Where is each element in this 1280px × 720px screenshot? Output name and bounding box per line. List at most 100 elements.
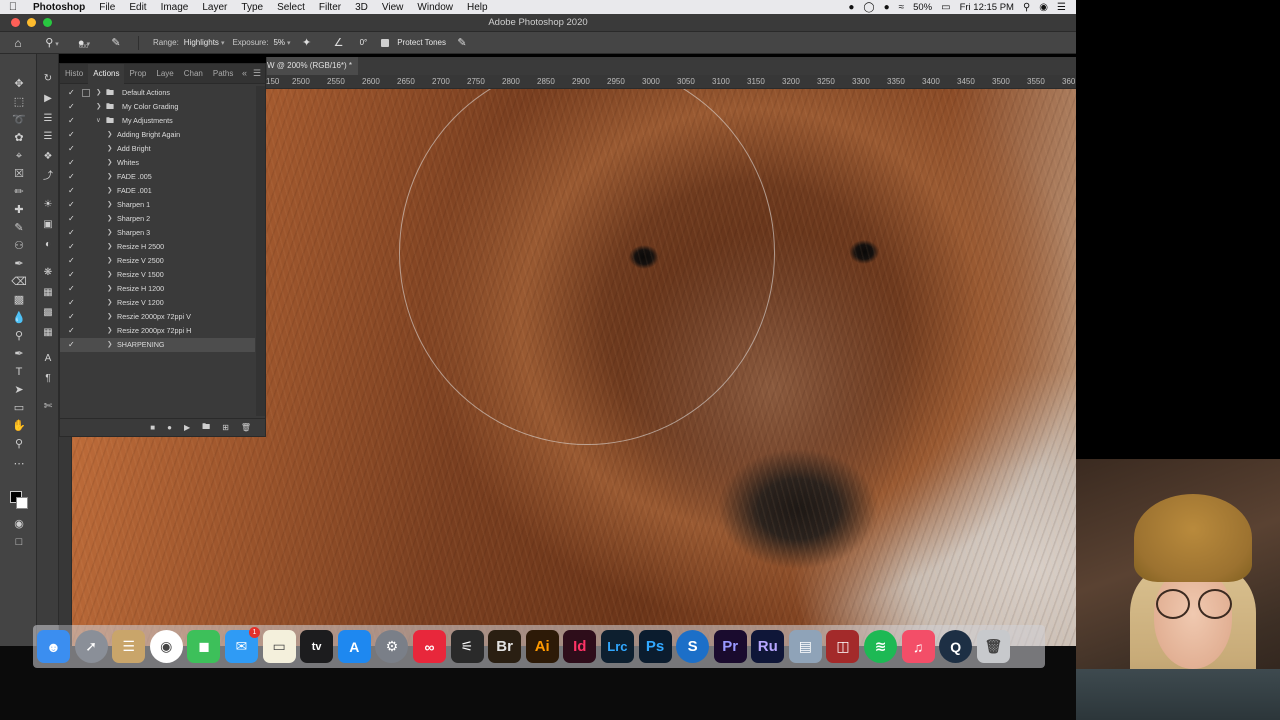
record-icon[interactable]: ●: [848, 2, 854, 13]
menu-app-name[interactable]: Photoshop: [26, 2, 92, 13]
paths-panel-icon[interactable]: ⤴: [40, 170, 56, 184]
home-icon[interactable]: ⌂: [0, 36, 36, 50]
swatches-panel-icon[interactable]: ▦: [40, 286, 56, 300]
action-row[interactable]: ✓ ❯ Sharpen 3: [60, 226, 255, 240]
dock-notes-icon[interactable]: ☰: [112, 630, 146, 663]
check-icon[interactable]: ✓: [68, 254, 75, 268]
check-icon[interactable]: ✓: [68, 156, 75, 170]
clone-stamp-tool-icon[interactable]: ⚇: [9, 238, 29, 254]
rectangle-tool-icon[interactable]: ▭: [9, 400, 29, 416]
brushes-panel-icon[interactable]: ❋: [40, 266, 56, 280]
chevron-right-icon[interactable]: ❯: [107, 338, 112, 352]
chevron-right-icon[interactable]: ❯: [107, 282, 112, 296]
pen-tool-icon[interactable]: ✒: [9, 346, 29, 362]
check-icon[interactable]: ✓: [68, 310, 75, 324]
wifi-icon[interactable]: ≈: [899, 2, 905, 13]
chevron-down-icon[interactable]: ▾: [221, 39, 225, 47]
document-tab[interactable]: W @ 200% (RGB/16*) *: [267, 57, 359, 75]
tab-history[interactable]: Histo: [60, 69, 88, 78]
clock[interactable]: Fri 12:15 PM: [960, 2, 1014, 13]
check-icon[interactable]: ✓: [68, 114, 75, 128]
panel-menu-icon[interactable]: ☰: [253, 68, 261, 79]
stop-recording-icon[interactable]: ■: [150, 423, 155, 432]
paragraph-panel-icon[interactable]: ¶: [40, 372, 56, 386]
chevron-right-icon[interactable]: ❯: [107, 310, 112, 324]
check-icon[interactable]: ✓: [68, 170, 75, 184]
check-icon[interactable]: ✓: [68, 338, 75, 352]
check-icon[interactable]: ✓: [68, 100, 75, 114]
menu-layer[interactable]: Layer: [195, 2, 234, 13]
chevron-right-icon[interactable]: ❯: [107, 212, 112, 226]
action-row[interactable]: ✓ ❯ Resize V 2500: [60, 254, 255, 268]
menu-filter[interactable]: Filter: [312, 2, 348, 13]
menu-file[interactable]: File: [92, 2, 122, 13]
check-icon[interactable]: ✓: [68, 226, 75, 240]
dock-launchpad-icon[interactable]: ➚: [74, 630, 108, 663]
background-color-swatch[interactable]: [16, 497, 28, 509]
properties-panel-icon[interactable]: ☰: [40, 112, 56, 126]
check-icon[interactable]: ✓: [68, 240, 75, 254]
move-tool-icon[interactable]: ✥: [9, 76, 29, 92]
battery-icon[interactable]: ▭: [941, 2, 950, 13]
drop-icon[interactable]: ●: [884, 2, 890, 13]
check-icon[interactable]: ✓: [68, 324, 75, 338]
chevron-right-icon[interactable]: ❯: [107, 268, 112, 282]
record-icon[interactable]: ●: [167, 423, 172, 432]
check-icon[interactable]: ✓: [68, 212, 75, 226]
play-icon[interactable]: ▶: [184, 423, 190, 432]
action-set-row[interactable]: ✓ ❯ 🖿 Default Actions: [60, 86, 255, 100]
character-panel-icon[interactable]: A: [40, 352, 56, 366]
angle-input[interactable]: 0°: [360, 38, 368, 47]
user-avatar-icon[interactable]: ◉: [1039, 2, 1048, 13]
channels-panel-icon[interactable]: ❖: [40, 150, 56, 164]
dock-trash-icon[interactable]: 🗑: [976, 630, 1010, 663]
new-action-icon[interactable]: ⊞: [222, 423, 229, 432]
tab-properties[interactable]: Prop: [124, 69, 151, 78]
dock-facetime-icon[interactable]: ◼: [187, 630, 221, 663]
check-icon[interactable]: ✓: [68, 128, 75, 142]
action-row[interactable]: ✓ ❯ Sharpen 2: [60, 212, 255, 226]
check-icon[interactable]: ✓: [68, 198, 75, 212]
dock-indesign-icon[interactable]: Id: [563, 630, 597, 663]
action-row[interactable]: ✓ ❯ Add Bright: [60, 142, 255, 156]
marquee-tool-icon[interactable]: ⬚: [9, 94, 29, 110]
menu-select[interactable]: Select: [270, 2, 312, 13]
action-row[interactable]: ✓ ❯ Resize 2000px 72ppi H: [60, 324, 255, 338]
more-tools-icon[interactable]: ⋯: [9, 456, 29, 472]
gradient-tool-icon[interactable]: ▩: [9, 292, 29, 308]
dock-bridge-icon[interactable]: Br: [488, 630, 522, 663]
dock-rush-icon[interactable]: Ru: [751, 630, 785, 663]
tab-actions[interactable]: Actions: [88, 63, 125, 84]
dock-messages-icon[interactable]: ✉ 1: [224, 627, 260, 663]
check-icon[interactable]: ✓: [68, 142, 75, 156]
dock-music-icon[interactable]: ♫: [901, 630, 935, 663]
dodge-tool-icon[interactable]: ⚲: [9, 328, 29, 344]
pressure-size-icon[interactable]: ✎: [446, 36, 478, 49]
adjustments-panel-icon[interactable]: ☀: [40, 198, 56, 212]
quick-mask-icon[interactable]: ◉: [9, 516, 29, 532]
action-row[interactable]: ✓ ❯ Resize V 1500: [60, 268, 255, 282]
dock-chrome-icon[interactable]: ◉: [149, 630, 183, 663]
apple-icon[interactable]: : [0, 1, 26, 13]
brush-settings-icon[interactable]: ✎: [100, 36, 132, 49]
action-row-selected[interactable]: ✓ ❯ SHARPENING: [60, 338, 255, 352]
action-row[interactable]: ✓ ❯ FADE .001: [60, 184, 255, 198]
dock-appstore-icon[interactable]: A: [337, 630, 371, 663]
horizontal-ruler[interactable]: 150 2500 2550 2600 2650 2700 2750 2800 2…: [266, 75, 1076, 89]
quick-selection-tool-icon[interactable]: ✿: [9, 130, 29, 146]
action-row[interactable]: ✓ ❯ Resize V 1200: [60, 296, 255, 310]
dock-creative-cloud-icon[interactable]: ∞: [412, 630, 446, 663]
menu-help[interactable]: Help: [460, 2, 495, 13]
color-panel-icon[interactable]: ◐: [40, 238, 56, 252]
menu-image[interactable]: Image: [154, 2, 196, 13]
tab-paths[interactable]: Paths: [208, 69, 238, 78]
trash-icon[interactable]: 🗑: [241, 423, 251, 432]
action-row[interactable]: ✓ ❯ Adding Bright Again: [60, 128, 255, 142]
history-brush-tool-icon[interactable]: ✒: [9, 256, 29, 272]
history-panel-icon[interactable]: ↻: [40, 72, 56, 86]
menu-edit[interactable]: Edit: [122, 2, 153, 13]
chevron-right-icon[interactable]: ❯: [96, 86, 101, 100]
action-set-row[interactable]: ✓ ∨ 🖿 My Adjustments: [60, 114, 255, 128]
brush-tool-icon[interactable]: ✎: [9, 220, 29, 236]
spotlight-search-icon[interactable]: ⚲: [1023, 2, 1030, 13]
